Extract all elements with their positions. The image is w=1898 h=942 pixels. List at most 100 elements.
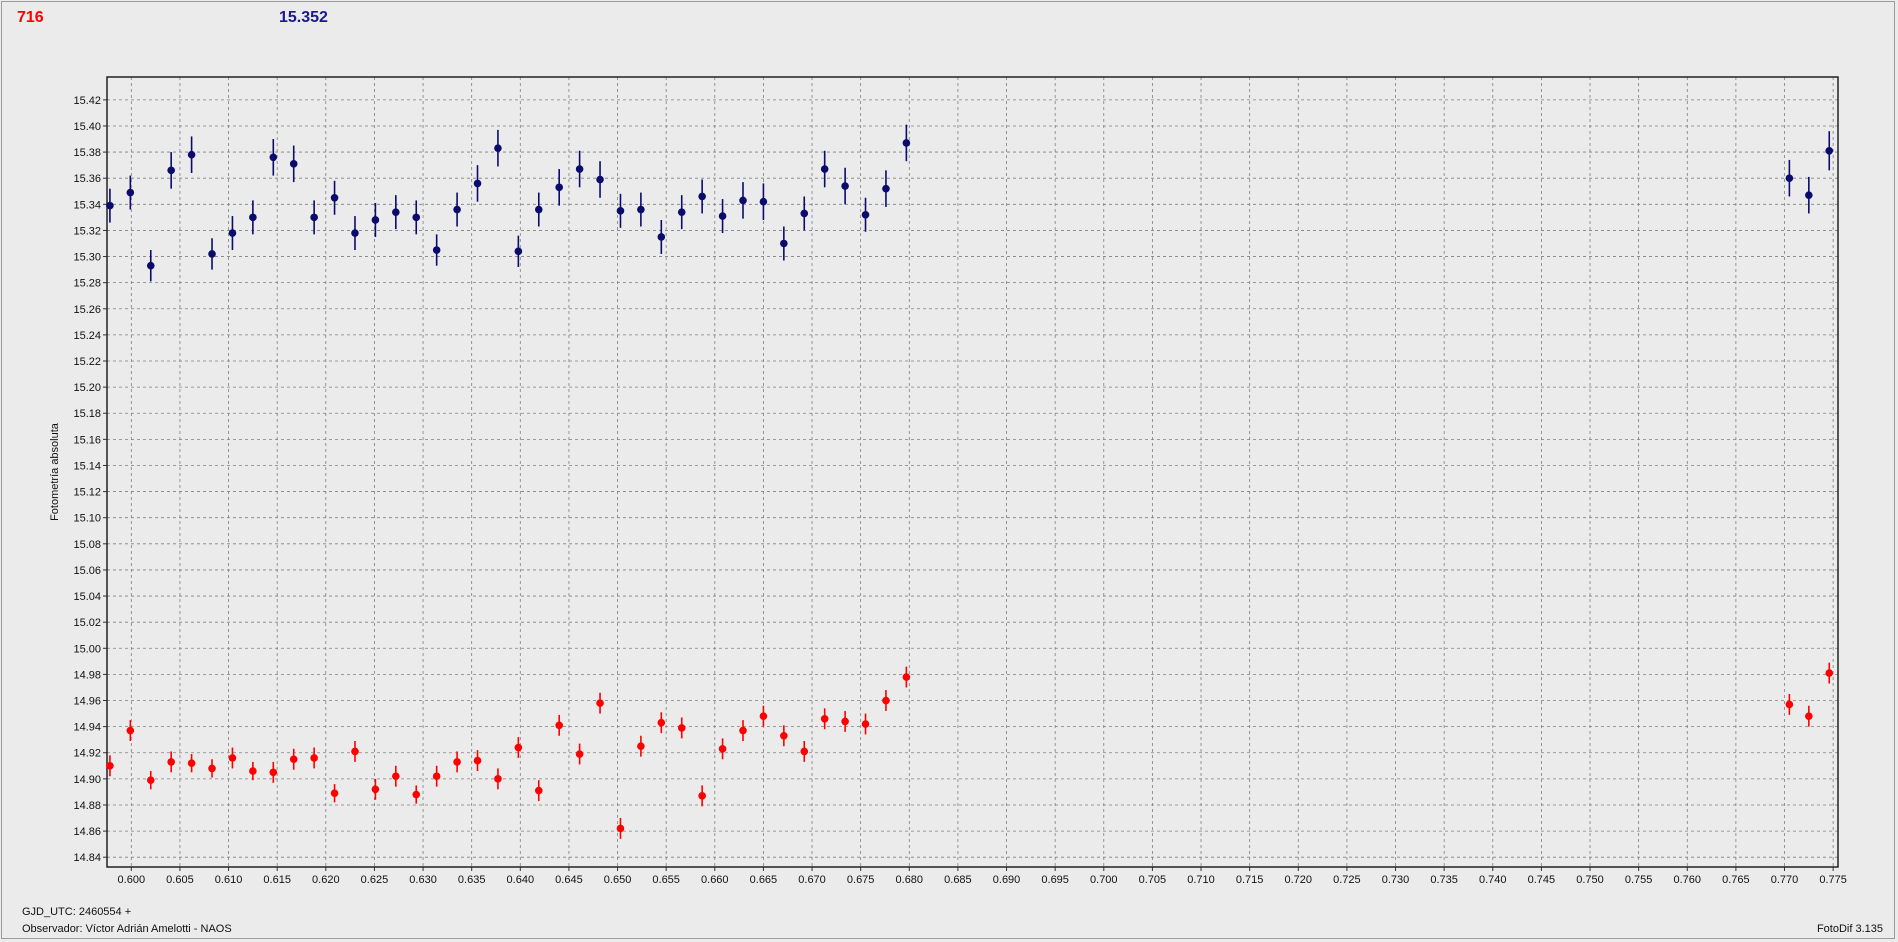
data-point xyxy=(208,250,216,258)
x-tick-label: 0.695 xyxy=(1041,874,1069,886)
y-tick-label: 15.00 xyxy=(73,643,101,655)
light-curve-chart: 14.84 14.86 14.88 14.90 14.92 14.94 14.96 14.98… xyxy=(49,76,1847,886)
data-point xyxy=(698,192,706,201)
data-point xyxy=(289,755,298,764)
y-tick-label: 15.12 xyxy=(73,487,101,499)
y-tick-label: 14.96 xyxy=(73,696,101,708)
y-tick-label: 15.06 xyxy=(73,565,101,577)
x-tick-label: 0.745 xyxy=(1528,874,1556,886)
y-tick-label: 15.10 xyxy=(73,513,101,525)
y-tick-label: 15.22 xyxy=(73,356,101,368)
data-point xyxy=(759,712,768,720)
data-point xyxy=(126,188,135,197)
x-tick-label: 0.740 xyxy=(1479,874,1507,886)
data-point xyxy=(208,764,216,773)
x-tick-label: 0.655 xyxy=(652,874,680,886)
observer-label: Observador: Víctor Adrián Amelotti - NAO… xyxy=(22,923,232,935)
data-point xyxy=(453,758,461,766)
data-point xyxy=(228,229,237,237)
x-tick-label: 0.645 xyxy=(555,874,583,886)
data-point xyxy=(167,758,175,766)
y-tick-label: 14.98 xyxy=(73,669,101,681)
data-point xyxy=(514,743,523,752)
y-tick-label: 15.34 xyxy=(73,199,101,211)
data-point xyxy=(126,726,135,735)
x-tick-label: 0.680 xyxy=(896,874,924,886)
y-tick-label: 15.04 xyxy=(73,591,101,603)
data-point xyxy=(269,153,278,162)
y-axis-label: Fotometría absoluta xyxy=(49,422,61,521)
x-tick-label: 0.705 xyxy=(1139,874,1167,886)
data-point xyxy=(841,717,849,726)
data-point xyxy=(289,160,298,168)
data-point xyxy=(616,824,625,833)
x-tick-label: 0.620 xyxy=(312,874,340,886)
data-point xyxy=(146,261,155,270)
data-point xyxy=(269,768,278,777)
y-tick-label: 15.32 xyxy=(73,225,101,237)
x-tick-label: 0.670 xyxy=(798,874,826,886)
data-point xyxy=(106,762,114,770)
data-point xyxy=(187,150,196,159)
data-point xyxy=(1825,146,1834,155)
x-tick-label: 0.635 xyxy=(458,874,486,886)
data-point xyxy=(800,209,809,218)
y-tick-label: 15.38 xyxy=(73,147,101,159)
y-tick-label: 15.14 xyxy=(73,460,101,472)
x-tick-label: 0.685 xyxy=(944,874,972,886)
y-tick-label: 15.28 xyxy=(73,278,101,290)
data-point xyxy=(330,789,339,798)
x-tick-label: 0.755 xyxy=(1625,874,1653,886)
y-tick-label: 14.94 xyxy=(73,722,101,734)
data-point xyxy=(146,776,155,784)
data-point xyxy=(596,175,604,184)
x-tick-label: 0.625 xyxy=(361,874,389,886)
data-point xyxy=(432,772,441,781)
y-tick-label: 15.36 xyxy=(73,173,101,185)
data-point xyxy=(698,792,706,800)
data-point xyxy=(861,210,870,219)
data-point xyxy=(780,239,788,248)
data-point xyxy=(249,213,257,222)
y-tick-label: 14.84 xyxy=(73,852,101,864)
x-tick-label: 0.720 xyxy=(1285,874,1313,886)
x-tick-label: 0.760 xyxy=(1674,874,1702,886)
data-point xyxy=(330,193,339,202)
data-point xyxy=(494,144,502,152)
data-point xyxy=(310,754,318,762)
x-tick-label: 0.675 xyxy=(847,874,875,886)
data-point xyxy=(575,750,584,758)
data-point xyxy=(637,742,645,751)
x-tick-label: 0.630 xyxy=(409,874,437,886)
data-point xyxy=(1785,174,1794,182)
data-point xyxy=(392,772,400,781)
data-point xyxy=(351,747,359,756)
x-tick-label: 0.690 xyxy=(993,874,1021,886)
data-point xyxy=(534,786,543,795)
data-point xyxy=(494,775,502,783)
data-point xyxy=(514,247,523,256)
x-tick-label: 0.600 xyxy=(118,874,146,886)
data-point xyxy=(718,745,727,753)
data-point xyxy=(555,721,563,730)
data-point xyxy=(1805,191,1813,199)
x-tick-label: 0.770 xyxy=(1771,874,1799,886)
y-tick-label: 14.92 xyxy=(73,748,101,760)
data-point xyxy=(616,207,625,215)
y-tick-label: 15.16 xyxy=(73,434,101,446)
data-point xyxy=(412,790,421,799)
data-point xyxy=(371,785,380,794)
data-point xyxy=(167,166,175,175)
data-point xyxy=(351,229,359,237)
x-tick-label: 0.715 xyxy=(1236,874,1264,886)
plot-area xyxy=(107,77,1838,867)
y-tick-label: 15.42 xyxy=(73,95,101,107)
x-tick-label: 0.665 xyxy=(750,874,778,886)
data-point xyxy=(555,183,563,192)
data-point xyxy=(800,747,809,756)
data-point xyxy=(249,767,257,775)
data-point xyxy=(106,201,114,210)
data-point xyxy=(657,233,666,241)
x-tick-label: 0.725 xyxy=(1333,874,1361,886)
y-tick-label: 15.18 xyxy=(73,408,101,420)
